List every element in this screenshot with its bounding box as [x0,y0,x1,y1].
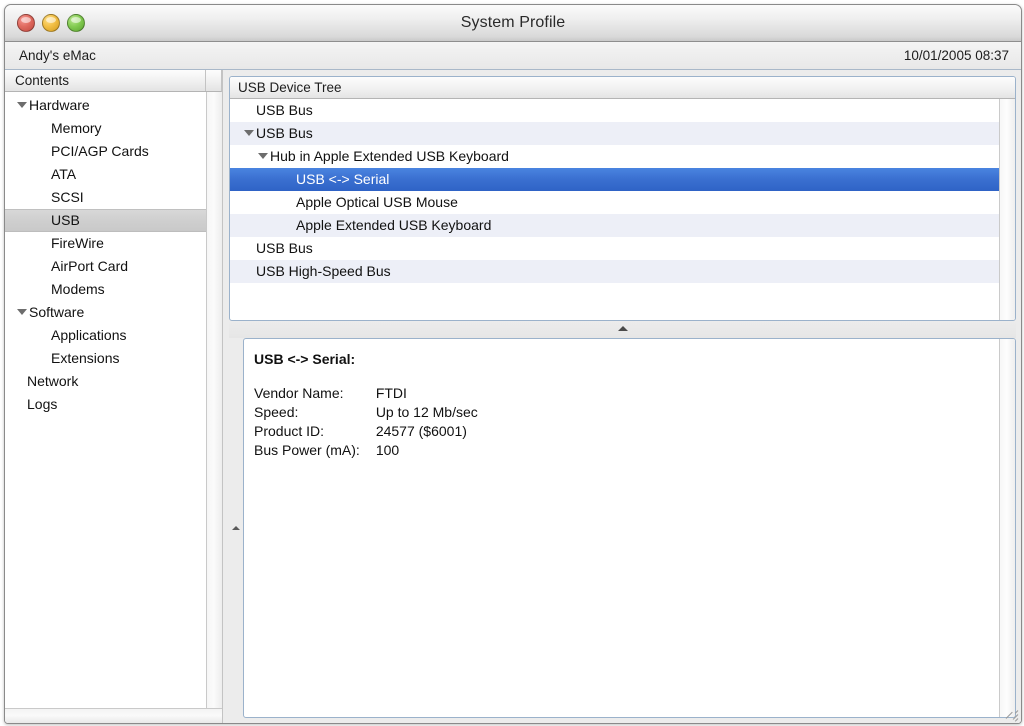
info-bar: Andy's eMac 10/01/2005 08:37 [5,42,1021,70]
window-titlebar[interactable]: System Profile [5,5,1021,42]
sidebar-item-label: Memory [51,120,102,136]
detail-field-label: Speed: [254,404,299,420]
screen: System Profile Andy's eMac 10/01/2005 08… [0,0,1024,726]
sidebar-item-label: Modems [51,281,105,297]
detail-field-row: Speed: Up to 12 Mb/sec [254,403,478,422]
sidebar-item-logs[interactable]: Logs [5,393,206,416]
tree-row[interactable]: Apple Optical USB Mouse [230,191,999,214]
sidebar-item-usb[interactable]: USB [5,209,206,232]
sidebar-item-modems[interactable]: Modems [5,278,206,301]
contents-sidebar: Contents Hardware Memory PCI/AGP Cards ATA S… [5,70,223,723]
tree-row-label: USB High-Speed Bus [256,263,391,279]
sidebar-item-label: PCI/AGP Cards [51,143,149,159]
sidebar-item-label: Software [29,304,85,320]
disclosure-triangle-icon[interactable] [256,145,270,168]
disclosure-triangle-icon[interactable] [15,94,29,117]
sidebar-item-label: Logs [27,396,58,412]
sidebar-item-label: SCSI [51,189,84,205]
tree-row-label: USB Bus [256,125,313,141]
sidebar-vertical-scrollbar[interactable] [206,92,222,708]
sidebar-item-memory[interactable]: Memory [5,117,206,140]
disclosure-triangle-icon[interactable] [15,301,29,324]
sidebar-item-firewire[interactable]: FireWire [5,232,206,255]
tree-row-label: Apple Extended USB Keyboard [296,217,492,233]
right-column: USB Device Tree USB Bus USB Bus Hub in App… [223,70,1021,723]
disclosure-triangle-icon[interactable] [242,122,256,145]
sidebar-item-network[interactable]: Network [5,370,206,393]
sidebar-item-hardware[interactable]: Hardware [5,94,206,117]
window-body: Contents Hardware Memory PCI/AGP Cards ATA S… [5,70,1021,723]
sidebar-item-label: Applications [51,327,127,343]
triangle-down-icon [244,130,254,137]
window-resize-grip[interactable] [1005,707,1019,722]
detail-field-label: Product ID: [254,423,325,439]
triangle-down-icon [258,153,268,160]
sidebar-item-software[interactable]: Software [5,301,206,324]
tree-row[interactable]: USB High-Speed Bus [230,260,999,283]
tree-row[interactable]: USB <-> Serial [230,168,999,191]
usb-device-tree-header: USB Device Tree [230,77,1015,99]
window-title: System Profile [460,14,566,31]
sidebar-item-label: ATA [51,166,77,182]
sidebar-item-extensions[interactable]: Extensions [5,347,206,370]
sidebar-item-airport-card[interactable]: AirPort Card [5,255,206,278]
chevron-up-icon [617,326,628,331]
chevron-up-small-icon [232,526,240,530]
tree-row-label: Apple Optical USB Mouse [296,194,458,210]
detail-field-row: Bus Power (mA): 100 [254,441,478,460]
detail-field-label: Bus Power (mA): [254,442,360,458]
tree-row[interactable]: Hub in Apple Extended USB Keyboard [230,145,999,168]
sidebar-item-label: USB [51,212,80,228]
sidebar-item-label: Network [27,373,79,389]
sidebar-horizontal-scrollbar[interactable] [5,708,222,723]
detail-field-value: 24577 ($6001) [375,423,467,439]
sidebar-item-pci-agp-cards[interactable]: PCI/AGP Cards [5,140,206,163]
detail-fields-table: Vendor Name: FTDI Speed: Up to 12 Mb/sec Pro… [254,384,478,460]
sidebar-scroll-wrapper: Hardware Memory PCI/AGP Cards ATA SCSI USB Fir… [5,92,222,708]
usb-device-tree-list: USB Bus USB Bus Hub in Apple Extended USB … [230,99,999,320]
detail-field-row: Vendor Name: FTDI [254,384,478,403]
sidebar-item-label: Extensions [51,350,120,366]
detail-field-value: Up to 12 Mb/sec [375,404,478,420]
detail-field-value: 100 [375,442,400,458]
tree-row-label: USB Bus [256,102,313,118]
machine-name-label: Andy's eMac [19,48,96,63]
device-detail-panel: USB <-> Serial: Vendor Name: FTDI Speed: Up… [229,338,1016,718]
detail-field-row: Product ID: 24577 ($6001) [254,422,478,441]
sidebar-item-ata[interactable]: ATA [5,163,206,186]
tree-vertical-scrollbar[interactable] [999,99,1015,320]
timestamp-label: 10/01/2005 08:37 [903,48,1009,63]
detail-field-value: FTDI [375,385,407,401]
triangle-down-icon [17,102,27,109]
sidebar-list: Hardware Memory PCI/AGP Cards ATA SCSI USB Fir… [5,92,206,708]
tree-row-label: USB Bus [256,240,313,256]
detail-box: USB <-> Serial: Vendor Name: FTDI Speed: Up… [243,338,1016,718]
pane-splitter[interactable] [229,321,1016,338]
tree-row[interactable]: USB Bus [230,237,999,260]
tree-row-label: Hub in Apple Extended USB Keyboard [270,148,509,164]
sidebar-item-label: FireWire [51,235,104,251]
detail-collapse-handle[interactable] [229,338,243,718]
tree-row-label: USB <-> Serial [296,171,390,187]
sidebar-item-label: Hardware [29,97,90,113]
detail-title: USB <-> Serial: [254,351,356,367]
sidebar-item-label: AirPort Card [51,258,129,274]
usb-device-tree-panel: USB Device Tree USB Bus USB Bus Hub in App… [229,76,1016,321]
detail-vertical-scrollbar[interactable] [999,339,1015,717]
system-profile-window: System Profile Andy's eMac 10/01/2005 08… [4,4,1022,724]
triangle-down-icon [17,309,27,316]
detail-field-label: Vendor Name: [254,385,344,401]
tree-row[interactable]: USB Bus [230,99,999,122]
sidebar-item-scsi[interactable]: SCSI [5,186,206,209]
tree-row[interactable]: Apple Extended USB Keyboard [230,214,999,237]
tree-row[interactable]: USB Bus [230,122,999,145]
detail-content: USB <-> Serial: Vendor Name: FTDI Speed: Up… [244,339,999,717]
splitter-grip[interactable] [608,322,638,335]
contents-header: Contents [5,70,222,92]
usb-device-tree-main: USB Bus USB Bus Hub in Apple Extended USB … [230,99,1015,320]
sidebar-item-applications[interactable]: Applications [5,324,206,347]
